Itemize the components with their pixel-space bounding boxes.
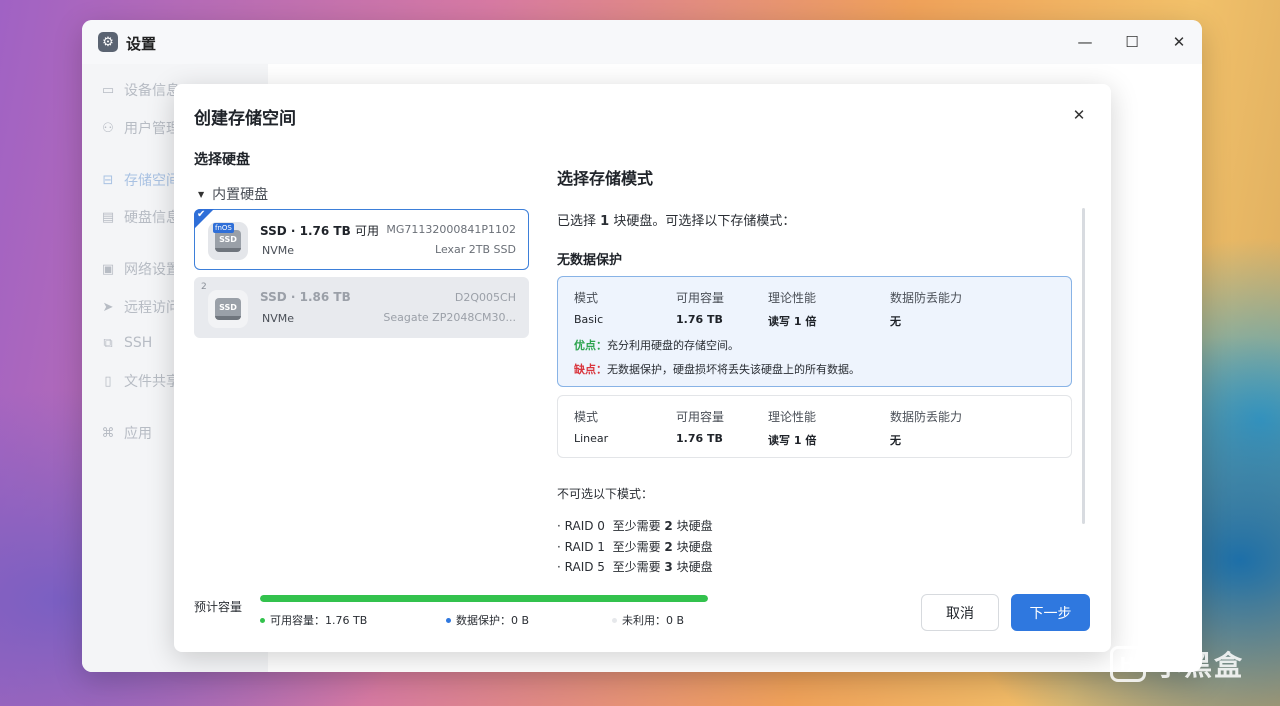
network-icon: ▣ — [101, 261, 115, 277]
disk-card-2: 2 SSD SSD · 1.86 TB NVMe D2Q005CH Seagat… — [194, 277, 529, 338]
dot-icon — [612, 617, 617, 623]
disk-section-label: 选择硬盘 — [194, 152, 250, 168]
title-bar[interactable]: ⚙ 设置 — ☐ ✕ — [82, 20, 1202, 64]
raid-0-requirement: · RAID 0 至少需要 2 块硬盘 — [557, 519, 713, 533]
mode-name: Basic — [574, 313, 604, 326]
sidebar-item-label: 硬盘信息 — [124, 210, 180, 226]
mode-protection: 无 — [890, 315, 901, 328]
next-button[interactable]: 下一步 — [1011, 594, 1090, 631]
legend-protection: 数据保护：0 B — [446, 612, 529, 628]
send-icon: ➤ — [102, 299, 114, 315]
capacity-bar-fill — [260, 595, 708, 602]
watermark-text: 小黑盒 — [1153, 649, 1244, 682]
disk-available-tag: 可用 — [354, 224, 379, 238]
sidebar-item-users[interactable]: ⚇ 用户管理 — [100, 116, 180, 140]
watermark: H 小黑盒 — [1109, 644, 1244, 684]
storage-icon: ⊟ — [102, 172, 114, 188]
legend-unused: 未利用：0 B — [612, 612, 684, 628]
disk-model: Seagate ZP2048CM30... — [383, 311, 516, 324]
capacity-label: 预计容量 — [194, 600, 243, 614]
sidebar-item-device-info[interactable]: ▭ 设备信息 — [100, 78, 180, 102]
ssd-icon: SSD — [208, 290, 248, 328]
disk-name: SSD · 1.76 TB 可用 — [260, 224, 379, 238]
gear-icon: ⚙ — [98, 32, 118, 52]
monitor-icon: ▭ — [101, 82, 115, 98]
raid-5-requirement: · RAID 5 至少需要 3 块硬盘 — [557, 560, 713, 574]
performance-header: 理论性能 — [768, 291, 817, 305]
apps-icon: ⌘ — [101, 425, 115, 441]
mode-pros: 优点：充分利用硬盘的存储空间。 — [574, 339, 739, 352]
mode-card-basic[interactable]: 模式 可用容量 理论性能 数据防丢能力 Basic 1.76 TB 读写 1 倍… — [557, 276, 1072, 387]
dot-icon — [260, 617, 265, 623]
capacity-header: 可用容量 — [676, 291, 725, 305]
protection-header: 数据防丢能力 — [890, 410, 963, 424]
sidebar-item-label: 网络设置 — [124, 262, 180, 278]
mode-card-linear[interactable]: 模式 可用容量 理论性能 数据防丢能力 Linear 1.76 TB 读写 1 … — [557, 395, 1072, 458]
mode-list-scrollbar[interactable] — [1082, 208, 1085, 524]
sidebar-item-label: 文件共享 — [124, 374, 180, 390]
dot-icon — [446, 617, 451, 623]
mode-capacity: 1.76 TB — [676, 432, 723, 445]
protection-header: 数据防丢能力 — [890, 291, 963, 305]
sidebar-item-network[interactable]: ▣ 网络设置 — [100, 257, 180, 281]
close-window-button[interactable]: ✕ — [1167, 30, 1191, 54]
file-icon: ▯ — [104, 373, 112, 389]
sidebar-item-label: 用户管理 — [124, 121, 180, 137]
mode-cons: 缺点：无数据保护，硬盘损坏将丢失该硬盘上的所有数据。 — [574, 363, 860, 376]
disk-name: SSD · 1.86 TB — [260, 290, 351, 304]
disk-interface: NVMe — [262, 244, 295, 257]
dialog-close-icon[interactable]: ✕ — [1069, 105, 1089, 125]
mode-performance: 读写 1 倍 — [768, 434, 817, 447]
selection-summary: 已选择 1 块硬盘。可选择以下存储模式： — [557, 214, 796, 229]
legend-available: 可用容量：1.76 TB — [260, 612, 367, 628]
system-disk-badge: fnOS — [213, 223, 234, 233]
user-icon: ⚇ — [102, 120, 114, 136]
sidebar-item-label: 设备信息 — [124, 83, 180, 99]
mode-protection: 无 — [890, 434, 901, 447]
performance-header: 理论性能 — [768, 410, 817, 424]
code-icon: ⧉ — [103, 335, 113, 351]
sidebar-item-ssh[interactable]: ⧉ SSH — [100, 331, 152, 355]
disk-model: Lexar 2TB SSD — [435, 243, 516, 256]
caret-down-icon: ▼ — [198, 189, 205, 199]
sidebar-item-storage[interactable]: ⊟ 存储空间 — [100, 168, 180, 192]
mode-performance: 读写 1 倍 — [768, 315, 817, 328]
sidebar-item-label: 存储空间 — [124, 173, 180, 189]
minimize-button[interactable]: — — [1073, 30, 1097, 54]
capacity-bar — [260, 595, 708, 602]
disk-interface: NVMe — [262, 312, 295, 325]
mode-name: Linear — [574, 432, 609, 445]
sidebar-item-label: 应用 — [124, 426, 152, 442]
maximize-button[interactable]: ☐ — [1120, 30, 1144, 54]
cancel-button[interactable]: 取消 — [921, 594, 999, 631]
mode-capacity: 1.76 TB — [676, 313, 723, 326]
sidebar-item-remote-access[interactable]: ➤ 远程访问 — [100, 295, 180, 319]
disk-serial: MG71132000841P1102 — [386, 223, 516, 236]
sidebar-item-disk-info[interactable]: ▤ 硬盘信息 — [100, 205, 180, 229]
window-title: 设置 — [126, 35, 157, 53]
dialog-title: 创建存储空间 — [194, 109, 296, 129]
raid-1-requirement: · RAID 1 至少需要 2 块硬盘 — [557, 540, 713, 554]
sidebar-item-file-sharing[interactable]: ▯ 文件共享 — [100, 369, 180, 393]
mode-section-title: 选择存储模式 — [557, 169, 654, 188]
sidebar-item-label: 远程访问 — [124, 300, 180, 316]
check-icon: ✔ — [197, 209, 206, 220]
disk-serial: D2Q005CH — [454, 291, 516, 304]
disk-icon: ▤ — [101, 209, 115, 225]
sidebar-item-label: SSH — [124, 335, 153, 351]
disk-group-label: 内置硬盘 — [212, 187, 269, 203]
no-protection-label: 无数据保护 — [557, 253, 623, 268]
sidebar-item-apps[interactable]: ⌘ 应用 — [100, 421, 153, 445]
mode-header: 模式 — [574, 410, 599, 424]
disk-group-toggle[interactable]: ▼ 内置硬盘 — [198, 184, 268, 204]
heybox-logo-icon: H — [1109, 646, 1146, 682]
disk-card-1[interactable]: ✔ SSD fnOS SSD · 1.76 TB 可用 NVMe MG71132… — [194, 209, 529, 270]
unavailable-modes-title: 不可选以下模式： — [557, 487, 654, 501]
disk-number: 2 — [201, 282, 207, 292]
mode-header: 模式 — [574, 291, 599, 305]
capacity-header: 可用容量 — [676, 410, 725, 424]
create-storage-dialog: 创建存储空间 ✕ 选择硬盘 ▼ 内置硬盘 ✔ SSD fnOS SSD · 1.… — [174, 84, 1111, 652]
